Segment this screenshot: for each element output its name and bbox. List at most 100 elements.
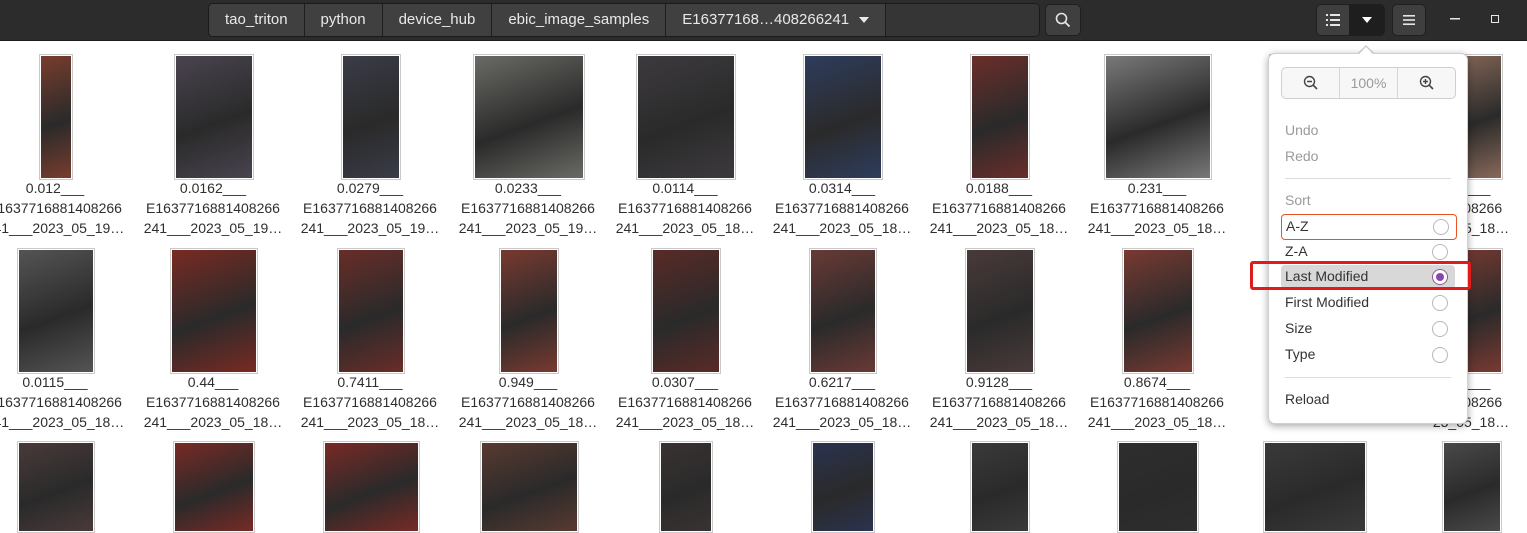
undo-menu-item[interactable]: Undo	[1285, 122, 1318, 138]
zoom-in-icon	[1419, 75, 1434, 90]
image-thumbnail	[174, 54, 254, 180]
image-thumbnail[interactable]	[1117, 441, 1199, 533]
file-name-label: 241___2023_05_18…	[458, 414, 598, 430]
image-thumbnail[interactable]	[970, 441, 1030, 533]
file-name-label: E1637716881408266	[775, 394, 909, 410]
file-name-label: 0.0233___	[494, 180, 562, 196]
file-name-label: 0.9128___	[965, 374, 1033, 390]
file-name-label: 0.0279___	[336, 180, 404, 196]
image-thumbnail	[499, 248, 559, 374]
sort-option-first-modified[interactable]: First Modified	[1281, 291, 1455, 315]
file-name-label: 0.7411___	[337, 374, 403, 390]
image-thumbnail	[170, 248, 258, 374]
file-name-label: 0.0307___	[651, 374, 719, 390]
chevron-down-icon	[1362, 17, 1372, 23]
file-name-label: E1637716881408266	[461, 394, 595, 410]
image-thumbnail	[970, 54, 1030, 180]
file-name-label: 0.012___	[25, 180, 85, 196]
file-name-label: 241___2023_05_19…	[458, 220, 598, 236]
file-name-label: 241___2023_05_18…	[0, 414, 125, 430]
radio-icon	[1432, 347, 1448, 363]
file-name-label: E1637716881408266	[618, 394, 752, 410]
image-thumbnail[interactable]	[322, 441, 420, 533]
radio-icon	[1432, 321, 1448, 337]
sort-option-label: Type	[1285, 346, 1316, 362]
file-name-label: 241___2023_05_19…	[300, 220, 440, 236]
breadcrumb-current-label: E16377168…408266241	[682, 11, 850, 28]
view-options-popover: 100% Undo Redo Sort A-Z Z-A Last Modifie…	[1268, 53, 1468, 424]
zoom-in-button[interactable]	[1398, 68, 1455, 98]
sort-option-a-z[interactable]: A-Z	[1281, 214, 1457, 240]
file-name-label: 241___2023_05_18…	[615, 414, 755, 430]
radio-icon	[1432, 295, 1448, 311]
zoom-out-button[interactable]	[1282, 68, 1339, 98]
image-thumbnail	[965, 248, 1035, 374]
image-thumbnail	[636, 54, 736, 180]
sort-option-label: A-Z	[1286, 218, 1309, 234]
file-name-label: E1637716881408266	[932, 394, 1066, 410]
file-name-label: 0.0114___	[652, 180, 718, 196]
view-options-button[interactable]	[1349, 4, 1385, 36]
file-name-label: 0.0314___	[808, 180, 876, 196]
file-name-label: 0.0115___	[22, 374, 88, 390]
file-name-label: 241___2023_05_18…	[772, 414, 912, 430]
maximize-icon	[1491, 15, 1499, 23]
file-name-label: 0.0188___	[965, 180, 1033, 196]
image-thumbnail	[803, 54, 883, 180]
file-name-label: 0.6217___	[808, 374, 876, 390]
image-thumbnail[interactable]	[17, 441, 95, 533]
image-thumbnail	[473, 54, 585, 180]
breadcrumb-item-python[interactable]: python	[304, 4, 383, 36]
image-thumbnail	[1122, 248, 1194, 374]
list-view-button[interactable]	[1316, 4, 1350, 36]
breadcrumb-item-tao-triton[interactable]: tao_triton	[209, 4, 305, 36]
breadcrumb-item-current-folder[interactable]: E16377168…408266241	[666, 4, 887, 36]
image-thumbnail[interactable]	[479, 441, 579, 533]
breadcrumb: tao_triton python device_hub ebic_image_…	[208, 3, 1040, 37]
chevron-down-icon	[859, 17, 870, 23]
hamburger-menu-icon	[1403, 15, 1415, 25]
minimize-icon	[1450, 18, 1460, 20]
maximize-button[interactable]	[1486, 10, 1504, 28]
image-thumbnail[interactable]	[659, 441, 713, 533]
main-menu-button[interactable]	[1392, 4, 1426, 36]
image-thumbnail	[651, 248, 721, 374]
image-thumbnail[interactable]	[1442, 441, 1502, 533]
file-name-label: E1637716881408266	[461, 200, 595, 216]
image-thumbnail[interactable]	[173, 441, 255, 533]
menu-separator	[1285, 178, 1451, 179]
file-name-label: 241___2023_05_18…	[1087, 220, 1227, 236]
image-thumbnail[interactable]	[811, 441, 875, 533]
breadcrumb-item-device-hub[interactable]: device_hub	[382, 4, 493, 36]
sort-option-label: First Modified	[1285, 294, 1370, 310]
radio-icon	[1432, 244, 1448, 260]
file-name-label: 241___2023_05_19…	[143, 220, 283, 236]
list-view-icon	[1326, 14, 1340, 26]
file-name-label: E1637716881408266	[0, 394, 122, 410]
breadcrumb-empty-area	[886, 4, 1039, 36]
image-thumbnail	[341, 54, 401, 180]
file-name-label: 0.949___	[498, 374, 558, 390]
file-name-label: E1637716881408266	[618, 200, 752, 216]
popover-arrow-inner	[1358, 47, 1374, 55]
file-name-label: 241___2023_05_18…	[1087, 414, 1227, 430]
file-name-label: 241___2023_05_18…	[143, 414, 283, 430]
redo-menu-item[interactable]: Redo	[1285, 148, 1318, 164]
breadcrumb-item-ebic-image-samples[interactable]: ebic_image_samples	[492, 4, 667, 36]
file-name-label: 241___2023_05_18…	[772, 220, 912, 236]
file-name-label: 0.0162___	[179, 180, 247, 196]
sort-option-size[interactable]: Size	[1281, 317, 1455, 341]
zoom-level[interactable]: 100%	[1339, 68, 1398, 98]
file-name-label: 241___2023_05_18…	[929, 414, 1069, 430]
file-name-label: 241___2023_05_18…	[300, 414, 440, 430]
file-name-label: 0.8674___	[1123, 374, 1191, 390]
sort-heading: Sort	[1285, 192, 1311, 208]
minimize-button[interactable]	[1446, 10, 1464, 28]
sort-option-type[interactable]: Type	[1281, 343, 1455, 367]
sort-option-label: Z-A	[1285, 243, 1308, 259]
reload-menu-item[interactable]: Reload	[1285, 391, 1329, 407]
image-thumbnail	[39, 54, 73, 180]
image-thumbnail	[17, 248, 95, 374]
image-thumbnail[interactable]	[1263, 441, 1367, 533]
search-button[interactable]	[1045, 4, 1081, 36]
